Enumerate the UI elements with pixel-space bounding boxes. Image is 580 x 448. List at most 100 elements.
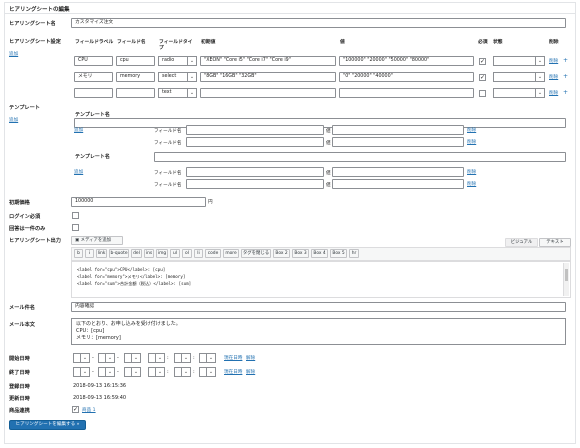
template-field-name-input[interactable] — [186, 167, 324, 177]
registered-label: 登録日時 — [9, 384, 30, 390]
row-name-input[interactable]: cpu — [116, 56, 155, 66]
row-delete-link[interactable]: 削除 — [549, 58, 558, 64]
template-field-value-input[interactable] — [332, 167, 464, 177]
quicktag-button[interactable]: img — [156, 249, 168, 258]
datetime-select[interactable]: ⌄ — [174, 367, 191, 377]
quicktag-button[interactable]: ul — [170, 249, 180, 258]
datetime-select[interactable]: ⌄ — [124, 367, 141, 377]
row-required-checkbox[interactable] — [479, 90, 486, 97]
add-media-button[interactable]: ▣ メディアを追加 — [71, 236, 123, 245]
tab-visual[interactable]: ビジュアル — [505, 238, 538, 247]
quicktag-button[interactable]: i — [85, 249, 94, 258]
end-now-link[interactable]: 現在日時 — [224, 369, 242, 375]
datetime-select[interactable]: ⌄ — [199, 367, 216, 377]
row-name-input[interactable]: memory — [116, 72, 155, 82]
template-field-delete-link[interactable]: 削除 — [467, 169, 476, 175]
row-value-input[interactable] — [339, 88, 474, 98]
row-label-input[interactable]: CPU — [74, 56, 113, 66]
datetime-separator: : — [167, 369, 169, 375]
tab-text[interactable]: テキスト — [539, 238, 571, 247]
quicktag-button[interactable]: li — [194, 249, 203, 258]
sheet-name-input[interactable]: カスタマイズ注文 — [71, 18, 566, 28]
datetime-select[interactable]: ⌄ — [73, 353, 90, 363]
datetime-select[interactable]: ⌄ — [124, 353, 141, 363]
row-type-select[interactable]: text ⌄ — [158, 88, 197, 98]
datetime-select[interactable]: ⌄ — [98, 367, 115, 377]
chevron-down-icon: ⌄ — [80, 368, 89, 376]
submit-button[interactable]: ヒアリングシートを編集する » — [9, 420, 86, 430]
mail-body-textarea[interactable]: 以下のとおり、お申し込みを受け付けました。 CPU：[cpu] メモリ：[mem… — [71, 318, 566, 345]
template-field-delete-link[interactable]: 削除 — [467, 181, 476, 187]
row-value-input[interactable]: "100000" "20000" "50000" "80000" — [339, 56, 474, 66]
template-name-input[interactable] — [154, 152, 566, 162]
quicktag-button[interactable]: ins — [144, 249, 154, 258]
mail-subject-input[interactable]: 内容確認 — [71, 302, 566, 312]
quicktag-button[interactable]: Box 3 — [292, 249, 309, 258]
row-initial-input[interactable] — [200, 88, 336, 98]
datetime-select[interactable]: ⌄ — [174, 353, 191, 363]
template-field-add-link[interactable]: 追加 — [74, 127, 83, 133]
product-link[interactable]: 商品 1 — [82, 407, 96, 413]
row-required-checkbox[interactable]: ✓ — [479, 58, 486, 65]
template-field-name-input[interactable] — [186, 179, 324, 189]
product-checkbox[interactable]: ✓ — [72, 406, 79, 413]
row-name-input[interactable] — [116, 88, 155, 98]
template-field-delete-link[interactable]: 削除 — [467, 127, 476, 133]
datetime-select[interactable]: ⌄ — [148, 353, 165, 363]
once-only-checkbox[interactable] — [72, 224, 79, 231]
start-clear-link[interactable]: 解除 — [246, 355, 255, 361]
template-field-name-input[interactable] — [186, 125, 324, 135]
row-type-select[interactable]: radio ⌄ — [158, 56, 197, 66]
row-type-select[interactable]: select ⌄ — [158, 72, 197, 82]
quicktag-button[interactable]: Box 5 — [330, 249, 347, 258]
row-status-select[interactable]: ⌄ — [493, 56, 545, 66]
template-field-add-link[interactable]: 追加 — [74, 169, 83, 175]
row-add-icon[interactable]: + — [563, 73, 568, 80]
login-required-checkbox[interactable] — [72, 212, 79, 219]
chevron-down-icon: ⌄ — [131, 354, 140, 362]
template-add-link[interactable]: 追加 — [9, 117, 18, 123]
template-field-value-input[interactable] — [332, 179, 464, 189]
row-value-input[interactable]: "0" "20000" "40000" — [339, 72, 474, 82]
row-status-select[interactable]: ⌄ — [493, 88, 545, 98]
col-delete-header: 削除 — [549, 40, 559, 45]
start-now-link[interactable]: 現在日時 — [224, 355, 242, 361]
editor-scrollbar[interactable] — [563, 263, 569, 296]
output-editor[interactable]: <label for="cpu">CPU</label>: [cpu] <lab… — [71, 261, 571, 298]
template-field-value-input[interactable] — [332, 137, 464, 147]
quicktag-button[interactable]: code — [205, 249, 221, 258]
end-clear-link[interactable]: 解除 — [246, 369, 255, 375]
quicktag-button[interactable]: del — [131, 249, 142, 258]
row-type-value: radio — [162, 58, 175, 63]
row-status-select[interactable]: ⌄ — [493, 72, 545, 82]
datetime-select[interactable]: ⌄ — [148, 367, 165, 377]
row-initial-input[interactable]: "XEON" "Core i5" "Core i7" "Core i9" — [200, 56, 336, 66]
row-required-checkbox[interactable]: ✓ — [479, 74, 486, 81]
datetime-select[interactable]: ⌄ — [73, 367, 90, 377]
quicktag-button[interactable]: hr — [349, 249, 359, 258]
row-initial-input[interactable]: "8GB" "16GB" "32GB" — [200, 72, 336, 82]
quicktag-button[interactable]: Box 4 — [311, 249, 328, 258]
currency-label: 円 — [208, 200, 213, 205]
datetime-select[interactable]: ⌄ — [98, 353, 115, 363]
row-label-input[interactable]: メモリ — [74, 72, 113, 82]
row-add-icon[interactable]: + — [563, 89, 568, 96]
row-delete-link[interactable]: 削除 — [549, 74, 558, 80]
row-delete-link[interactable]: 削除 — [549, 90, 558, 96]
quicktag-button[interactable]: ol — [182, 249, 192, 258]
template-field-delete-link[interactable]: 削除 — [467, 139, 476, 145]
quicktag-button[interactable]: b-quote — [109, 249, 129, 258]
quicktag-button[interactable]: タグを閉じる — [241, 249, 271, 258]
initial-price-input[interactable]: 100000 — [71, 197, 206, 207]
quicktag-button[interactable]: link — [96, 249, 107, 258]
row-add-icon[interactable]: + — [563, 57, 568, 64]
row-label-input[interactable] — [74, 88, 113, 98]
quicktag-button[interactable]: b — [74, 249, 83, 258]
template-field-value-input[interactable] — [332, 125, 464, 135]
settings-add-link[interactable]: 追加 — [9, 51, 18, 57]
quicktag-button[interactable]: more — [223, 249, 239, 258]
datetime-select[interactable]: ⌄ — [199, 353, 216, 363]
quicktag-button[interactable]: Box 2 — [273, 249, 290, 258]
template-field-name-input[interactable] — [186, 137, 324, 147]
scrollbar-thumb[interactable] — [565, 269, 568, 281]
